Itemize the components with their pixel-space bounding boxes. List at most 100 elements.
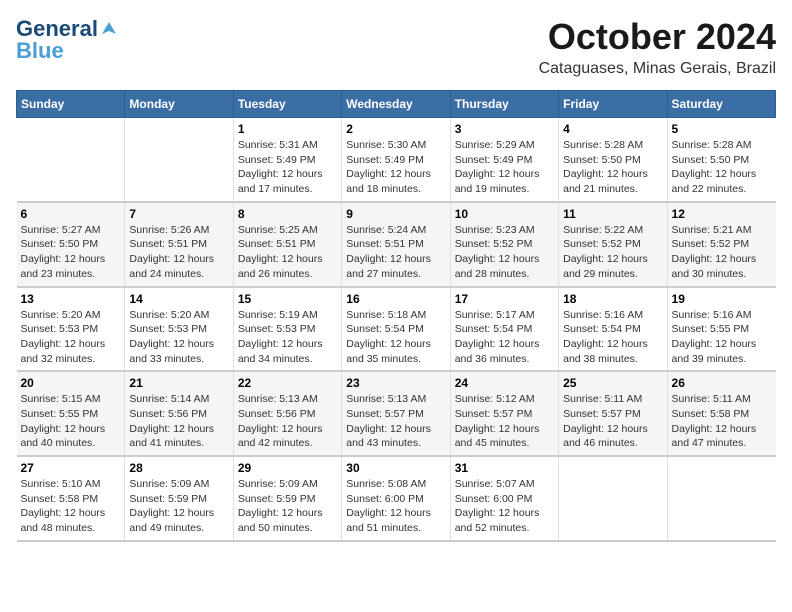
day-number: 5 <box>672 122 772 136</box>
day-number: 9 <box>346 207 445 221</box>
day-info: Sunrise: 5:24 AM Sunset: 5:51 PM Dayligh… <box>346 223 445 282</box>
day-info: Sunrise: 5:23 AM Sunset: 5:52 PM Dayligh… <box>455 223 554 282</box>
day-info: Sunrise: 5:11 AM Sunset: 5:58 PM Dayligh… <box>672 392 772 451</box>
calendar-cell: 3Sunrise: 5:29 AM Sunset: 5:49 PM Daylig… <box>450 118 558 202</box>
day-number: 12 <box>672 207 772 221</box>
calendar-cell: 18 Sunrise: 5:16 AM Sunset: 5:54 PM Dayli… <box>559 287 667 372</box>
month-title: October 2024 <box>539 16 776 58</box>
calendar-cell: 24 Sunrise: 5:12 AM Sunset: 5:57 PM Dayli… <box>450 371 558 456</box>
day-number: 10 <box>455 207 554 221</box>
day-info: Sunrise: 5:16 AM Sunset: 5:54 PM Dayligh… <box>563 308 662 367</box>
day-number: 1 <box>238 122 337 136</box>
day-number: 2 <box>346 122 445 136</box>
calendar-cell <box>667 456 775 541</box>
day-number: 20 <box>21 376 121 390</box>
location-title: Cataguases, Minas Gerais, Brazil <box>539 60 776 78</box>
day-info: Sunrise: 5:13 AM Sunset: 5:57 PM Dayligh… <box>346 392 445 451</box>
day-number: 21 <box>129 376 228 390</box>
day-number: 17 <box>455 292 554 306</box>
calendar-cell: 16 Sunrise: 5:18 AM Sunset: 5:54 PM Dayli… <box>342 287 450 372</box>
day-number: 24 <box>455 376 554 390</box>
day-info: Sunrise: 5:21 AM Sunset: 5:52 PM Dayligh… <box>672 223 772 282</box>
calendar-cell: 7Sunrise: 5:26 AM Sunset: 5:51 PM Daylig… <box>125 202 233 287</box>
logo-bird-icon <box>100 20 118 38</box>
day-info: Sunrise: 5:20 AM Sunset: 5:53 PM Dayligh… <box>21 308 121 367</box>
day-info: Sunrise: 5:18 AM Sunset: 5:54 PM Dayligh… <box>346 308 445 367</box>
day-number: 27 <box>21 461 121 475</box>
day-info: Sunrise: 5:11 AM Sunset: 5:57 PM Dayligh… <box>563 392 662 451</box>
day-info: Sunrise: 5:26 AM Sunset: 5:51 PM Dayligh… <box>129 223 228 282</box>
calendar-cell: 5 Sunrise: 5:28 AM Sunset: 5:50 PM Daylig… <box>667 118 775 202</box>
calendar-cell: 11Sunrise: 5:22 AM Sunset: 5:52 PM Dayli… <box>559 202 667 287</box>
day-info: Sunrise: 5:28 AM Sunset: 5:50 PM Dayligh… <box>563 138 662 197</box>
day-number: 18 <box>563 292 662 306</box>
logo-blue: Blue <box>16 38 64 64</box>
calendar-cell: 13 Sunrise: 5:20 AM Sunset: 5:53 PM Dayli… <box>17 287 125 372</box>
calendar-cell: 12 Sunrise: 5:21 AM Sunset: 5:52 PM Dayli… <box>667 202 775 287</box>
header-thursday: Thursday <box>450 91 558 118</box>
day-info: Sunrise: 5:28 AM Sunset: 5:50 PM Dayligh… <box>672 138 772 197</box>
logo: General Blue <box>16 16 118 64</box>
header-wednesday: Wednesday <box>342 91 450 118</box>
week-row-5: 27 Sunrise: 5:10 AM Sunset: 5:58 PM Dayli… <box>17 456 776 541</box>
day-number: 13 <box>21 292 121 306</box>
calendar-cell: 8Sunrise: 5:25 AM Sunset: 5:51 PM Daylig… <box>233 202 341 287</box>
page-header: General Blue October 2024 Cataguases, Mi… <box>16 16 776 78</box>
calendar-cell: 26 Sunrise: 5:11 AM Sunset: 5:58 PM Dayli… <box>667 371 775 456</box>
calendar-cell: 21 Sunrise: 5:14 AM Sunset: 5:56 PM Dayli… <box>125 371 233 456</box>
week-row-4: 20 Sunrise: 5:15 AM Sunset: 5:55 PM Dayli… <box>17 371 776 456</box>
day-number: 8 <box>238 207 337 221</box>
calendar-cell: 9 Sunrise: 5:24 AM Sunset: 5:51 PM Daylig… <box>342 202 450 287</box>
calendar-cell: 4 Sunrise: 5:28 AM Sunset: 5:50 PM Daylig… <box>559 118 667 202</box>
day-info: Sunrise: 5:12 AM Sunset: 5:57 PM Dayligh… <box>455 392 554 451</box>
day-number: 30 <box>346 461 445 475</box>
calendar-cell: 30 Sunrise: 5:08 AM Sunset: 6:00 PM Dayli… <box>342 456 450 541</box>
day-info: Sunrise: 5:22 AM Sunset: 5:52 PM Dayligh… <box>563 223 662 282</box>
calendar-cell <box>559 456 667 541</box>
day-info: Sunrise: 5:13 AM Sunset: 5:56 PM Dayligh… <box>238 392 337 451</box>
day-info: Sunrise: 5:31 AM Sunset: 5:49 PM Dayligh… <box>238 138 337 197</box>
day-number: 22 <box>238 376 337 390</box>
day-info: Sunrise: 5:15 AM Sunset: 5:55 PM Dayligh… <box>21 392 121 451</box>
calendar-cell: 29Sunrise: 5:09 AM Sunset: 5:59 PM Dayli… <box>233 456 341 541</box>
day-info: Sunrise: 5:07 AM Sunset: 6:00 PM Dayligh… <box>455 477 554 536</box>
calendar-cell: 1 Sunrise: 5:31 AM Sunset: 5:49 PM Daylig… <box>233 118 341 202</box>
calendar-cell: 27 Sunrise: 5:10 AM Sunset: 5:58 PM Dayli… <box>17 456 125 541</box>
day-number: 15 <box>238 292 337 306</box>
day-info: Sunrise: 5:08 AM Sunset: 6:00 PM Dayligh… <box>346 477 445 536</box>
day-number: 26 <box>672 376 772 390</box>
day-info: Sunrise: 5:19 AM Sunset: 5:53 PM Dayligh… <box>238 308 337 367</box>
calendar-cell: 2 Sunrise: 5:30 AM Sunset: 5:49 PM Daylig… <box>342 118 450 202</box>
day-number: 19 <box>672 292 772 306</box>
day-number: 14 <box>129 292 228 306</box>
calendar-cell: 20 Sunrise: 5:15 AM Sunset: 5:55 PM Dayli… <box>17 371 125 456</box>
header-sunday: Sunday <box>17 91 125 118</box>
day-number: 31 <box>455 461 554 475</box>
calendar-cell: 10 Sunrise: 5:23 AM Sunset: 5:52 PM Dayli… <box>450 202 558 287</box>
week-row-3: 13 Sunrise: 5:20 AM Sunset: 5:53 PM Dayli… <box>17 287 776 372</box>
header-saturday: Saturday <box>667 91 775 118</box>
calendar-cell: 19Sunrise: 5:16 AM Sunset: 5:55 PM Dayli… <box>667 287 775 372</box>
header-monday: Monday <box>125 91 233 118</box>
day-info: Sunrise: 5:10 AM Sunset: 5:58 PM Dayligh… <box>21 477 121 536</box>
title-area: October 2024 Cataguases, Minas Gerais, B… <box>539 16 776 78</box>
calendar-table: SundayMondayTuesdayWednesdayThursdayFrid… <box>16 90 776 542</box>
day-number: 16 <box>346 292 445 306</box>
day-info: Sunrise: 5:14 AM Sunset: 5:56 PM Dayligh… <box>129 392 228 451</box>
day-info: Sunrise: 5:20 AM Sunset: 5:53 PM Dayligh… <box>129 308 228 367</box>
day-info: Sunrise: 5:09 AM Sunset: 5:59 PM Dayligh… <box>129 477 228 536</box>
calendar-cell: 6 Sunrise: 5:27 AM Sunset: 5:50 PM Daylig… <box>17 202 125 287</box>
calendar-cell: 23Sunrise: 5:13 AM Sunset: 5:57 PM Dayli… <box>342 371 450 456</box>
calendar-cell: 28Sunrise: 5:09 AM Sunset: 5:59 PM Dayli… <box>125 456 233 541</box>
day-info: Sunrise: 5:27 AM Sunset: 5:50 PM Dayligh… <box>21 223 121 282</box>
header-tuesday: Tuesday <box>233 91 341 118</box>
header-friday: Friday <box>559 91 667 118</box>
calendar-cell: 25Sunrise: 5:11 AM Sunset: 5:57 PM Dayli… <box>559 371 667 456</box>
day-number: 4 <box>563 122 662 136</box>
day-number: 3 <box>455 122 554 136</box>
day-info: Sunrise: 5:30 AM Sunset: 5:49 PM Dayligh… <box>346 138 445 197</box>
calendar-cell <box>17 118 125 202</box>
calendar-cell <box>125 118 233 202</box>
calendar-cell: 22 Sunrise: 5:13 AM Sunset: 5:56 PM Dayli… <box>233 371 341 456</box>
day-number: 6 <box>21 207 121 221</box>
